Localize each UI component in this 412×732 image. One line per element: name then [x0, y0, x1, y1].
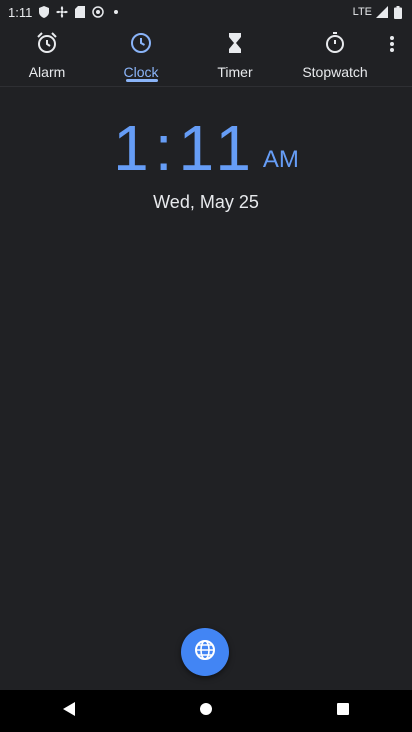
hourglass-icon: [222, 30, 248, 56]
tab-stopwatch[interactable]: Stopwatch: [282, 24, 388, 86]
back-icon: [62, 701, 76, 722]
status-left: 1:11: [8, 5, 122, 20]
tab-timer-label: Timer: [217, 64, 253, 80]
system-nav-bar: [0, 690, 412, 732]
tab-alarm[interactable]: Alarm: [0, 24, 94, 86]
signal-icon: [376, 6, 388, 18]
radio-icon: [92, 6, 105, 18]
more-options-button[interactable]: [380, 34, 404, 58]
clock-icon: [128, 30, 154, 56]
dot-icon: [110, 6, 122, 18]
tab-timer[interactable]: Timer: [188, 24, 282, 86]
tab-divider: [0, 86, 412, 87]
tab-clock-label: Clock: [123, 64, 159, 80]
tab-stopwatch-label: Stopwatch: [302, 64, 368, 80]
current-time: 1:11: [113, 112, 257, 184]
home-icon: [199, 702, 213, 721]
back-button[interactable]: [49, 691, 89, 731]
am-pm: AM: [262, 146, 299, 173]
stopwatch-icon: [322, 30, 348, 56]
battery-icon: [392, 5, 404, 19]
world-clock-button[interactable]: [181, 628, 229, 676]
tab-bar: Alarm Clock Timer Stopwatch: [0, 24, 412, 86]
network-type: LTE: [352, 6, 372, 18]
shield-icon: [38, 6, 50, 18]
status-bar: 1:11 LTE: [0, 0, 412, 24]
active-tab-indicator: [126, 79, 158, 82]
fan-icon: [56, 6, 69, 18]
clock-display: 1:11 AM: [0, 112, 412, 184]
globe-icon: [194, 639, 216, 666]
sd-card-icon: [74, 6, 86, 18]
home-button[interactable]: [186, 691, 226, 731]
current-date: Wed, May 25: [153, 192, 259, 212]
tab-clock[interactable]: Clock: [94, 24, 188, 86]
status-right: LTE: [352, 5, 404, 19]
tab-alarm-label: Alarm: [28, 64, 66, 80]
recents-icon: [336, 702, 350, 721]
recents-button[interactable]: [323, 691, 363, 731]
alarm-icon: [34, 30, 60, 56]
more-vert-icon: [389, 35, 395, 58]
status-time: 1:11: [8, 4, 33, 20]
